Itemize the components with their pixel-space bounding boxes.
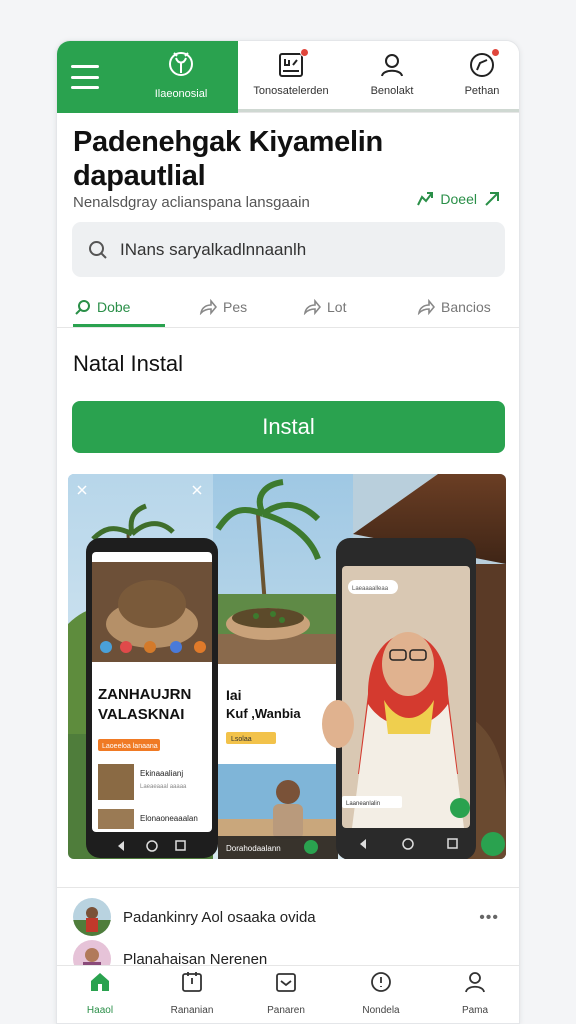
bottom-nav-label: Pama <box>461 1005 489 1016</box>
logo-text: Ilaeonosial <box>154 88 208 100</box>
tab-bar: Dobe Pes Lot Bancios <box>57 286 519 328</box>
card-title: Iai <box>226 687 242 703</box>
header-nav-inbox[interactable]: Tonosatelerden <box>245 41 337 111</box>
user-icon <box>381 54 403 77</box>
menu-button[interactable] <box>71 65 99 89</box>
message-icon <box>276 973 296 992</box>
header-nav-label: Tonosatelerden <box>253 85 329 97</box>
phone-list-sub: Laeaeaaal aaaaa <box>140 784 187 790</box>
header-nav-user[interactable]: Benolakt <box>347 41 437 111</box>
bottom-nav-messages[interactable]: Panaren <box>251 970 321 1016</box>
app-header: Ilaeonosial Tonosatelerden Benolakt Peth… <box>57 41 519 113</box>
bottom-nav-label: Panaren <box>267 1005 305 1016</box>
notification-badge <box>491 48 500 57</box>
home-icon <box>91 973 109 991</box>
app-card: Ilaeonosial Tonosatelerden Benolakt Peth… <box>56 40 520 1024</box>
hero-image: Iai Kuf ,Wanbia Lsolaa Dorahodaalann NAS… <box>68 474 506 859</box>
leaf-logo-icon <box>169 52 193 76</box>
search-icon <box>75 300 90 315</box>
search-bar <box>72 222 505 277</box>
active-tab-indicator <box>73 324 165 327</box>
card-cta: Lsolaa <box>231 736 252 743</box>
arrow-up-right-icon <box>485 192 499 206</box>
alert-icon <box>371 972 391 992</box>
tab-pes[interactable]: Pes <box>199 286 247 328</box>
share-link[interactable]: Doeel <box>416 191 501 207</box>
page-title: Padenehgak Kiyamelin dapautlial <box>73 126 383 192</box>
post-author: Padankinry Aol osaaka ovida <box>123 908 316 926</box>
card-subtitle: Kuf ,Wanbia <box>226 706 301 721</box>
bottom-nav-label: Rananian <box>170 1005 214 1016</box>
header-divider <box>238 109 519 112</box>
forward-icon <box>303 299 321 315</box>
bottom-nav-label: Haaol <box>86 1005 114 1016</box>
card-footer: Dorahodaalann <box>226 844 281 853</box>
feed-divider <box>57 887 519 888</box>
tab-label: Dobe <box>97 299 131 315</box>
header-nav-label: Pethan <box>464 85 500 97</box>
phone2-search: Laeaaaalleaa <box>352 586 389 592</box>
avatar-image <box>73 898 111 936</box>
bottom-nav-profile[interactable]: Pama <box>440 970 510 1016</box>
share-label: Doeel <box>440 191 477 207</box>
phone-headline-1: ZANHAUJRN <box>98 686 191 703</box>
phone-headline-2: VALASKNAI <box>98 706 184 723</box>
calendar-icon <box>182 972 202 992</box>
phone-list-title: Elonaoneaaalan <box>140 814 198 823</box>
tab-dobe[interactable]: Dobe <box>75 286 130 328</box>
search-icon <box>89 240 107 259</box>
section-title: Natal Instal <box>73 351 184 376</box>
bottom-nav: Haaol Rananian Panaren Nondela Pama <box>57 965 519 1023</box>
menu-bar <box>71 65 99 68</box>
tab-label: Pes <box>223 299 248 315</box>
bottom-nav-label: Nondela <box>362 1005 400 1016</box>
phone-status: NASA <box>108 556 124 562</box>
profile-icon <box>465 972 485 993</box>
app-logo[interactable]: Ilaeonosial <box>141 49 221 100</box>
bottom-nav-alerts[interactable]: Nondela <box>346 970 416 1016</box>
tab-label: Lot <box>327 299 347 315</box>
feed-post[interactable]: Padankinry Aol osaaka ovida <box>73 898 316 936</box>
menu-bar <box>71 86 99 89</box>
header-nav-label: Benolakt <box>370 85 414 97</box>
phone-list-title: Ekinaaalianj <box>140 769 183 778</box>
tab-label: Bancios <box>441 299 491 315</box>
share-icon <box>417 192 434 206</box>
search-input[interactable] <box>120 239 480 260</box>
tab-bancios[interactable]: Bancios <box>417 286 491 328</box>
tab-lot[interactable]: Lot <box>303 286 346 328</box>
forward-icon <box>417 299 435 315</box>
header-brand-panel: Ilaeonosial <box>57 41 238 113</box>
menu-bar <box>71 75 99 79</box>
page-subtitle: Nenalsdgray aclianspana lansgaain <box>73 194 310 211</box>
more-options-icon[interactable]: ••• <box>479 909 499 927</box>
hero-collage: Iai Kuf ,Wanbia Lsolaa Dorahodaalann NAS… <box>68 474 506 859</box>
avatar <box>73 898 111 936</box>
phone2-caption: Laaneanlalin <box>346 801 380 807</box>
notification-badge <box>300 48 309 57</box>
header-nav-compass[interactable]: Pethan <box>447 41 517 111</box>
install-button[interactable]: Instal <box>72 401 505 453</box>
bottom-nav-home[interactable]: Haaol <box>65 970 135 1016</box>
share-icon <box>199 299 217 315</box>
bottom-nav-calendar[interactable]: Rananian <box>157 970 227 1016</box>
phone-cta: Laoeeloa lanaana <box>102 743 158 750</box>
